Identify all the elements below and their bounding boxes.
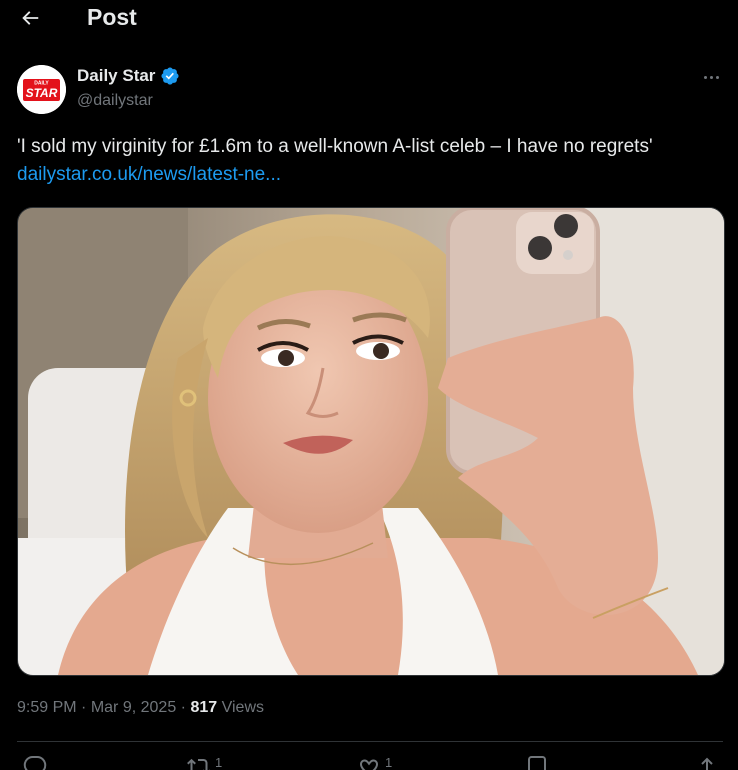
repost-icon (187, 758, 211, 770)
page-title: Post (87, 4, 137, 30)
author-name[interactable]: Daily Star (77, 66, 155, 86)
author-handle[interactable]: @dailystar (77, 92, 153, 110)
dot-icon (703, 75, 707, 79)
meta-separator: · (180, 699, 186, 716)
views-label: Views (217, 699, 264, 716)
share-icon (698, 757, 716, 770)
like-count: 1 (385, 755, 393, 770)
bookmark-icon (528, 756, 546, 770)
reply-button[interactable] (23, 755, 51, 770)
dot-icon (709, 75, 713, 79)
bookmark-button[interactable] (525, 755, 553, 770)
post-image[interactable] (17, 207, 725, 676)
top-bar: Post (0, 0, 738, 34)
svg-text:STAR: STAR (26, 86, 58, 100)
avatar[interactable]: DAILY STAR (17, 65, 66, 114)
post-text: 'I sold my virginity for £1.6m to a well… (17, 133, 717, 189)
divider (17, 741, 723, 742)
post-date[interactable]: Mar 9, 2025 (91, 699, 176, 716)
like-button[interactable]: 1 (357, 755, 392, 770)
verified-badge-icon (160, 66, 180, 86)
photo-illustration (18, 208, 724, 675)
arrow-left-icon (22, 11, 39, 25)
repost-button[interactable]: 1 (187, 755, 222, 770)
post-page: Post DAILY STAR Daily Star @dailystar 'I… (0, 0, 738, 770)
more-options-button[interactable] (694, 66, 728, 88)
author-name-row: Daily Star (77, 66, 180, 86)
post-meta: 9:59 PM · Mar 9, 2025 · 817 Views (17, 697, 264, 719)
post-time[interactable]: 9:59 PM (17, 699, 77, 716)
views-count: 817 (190, 699, 218, 716)
heart-icon (360, 759, 378, 770)
back-button[interactable] (14, 2, 46, 34)
meta-separator: · (81, 699, 87, 716)
reply-icon (23, 756, 47, 770)
post-body: 'I sold my virginity for £1.6m to a well… (17, 136, 653, 157)
dot-icon (715, 75, 719, 79)
share-button[interactable] (695, 755, 719, 770)
action-bar: 1 1 (17, 755, 723, 770)
daily-star-logo: DAILY STAR (17, 65, 66, 114)
repost-count: 1 (215, 755, 223, 770)
post-link[interactable]: dailystar.co.uk/news/latest-ne... (17, 164, 281, 185)
